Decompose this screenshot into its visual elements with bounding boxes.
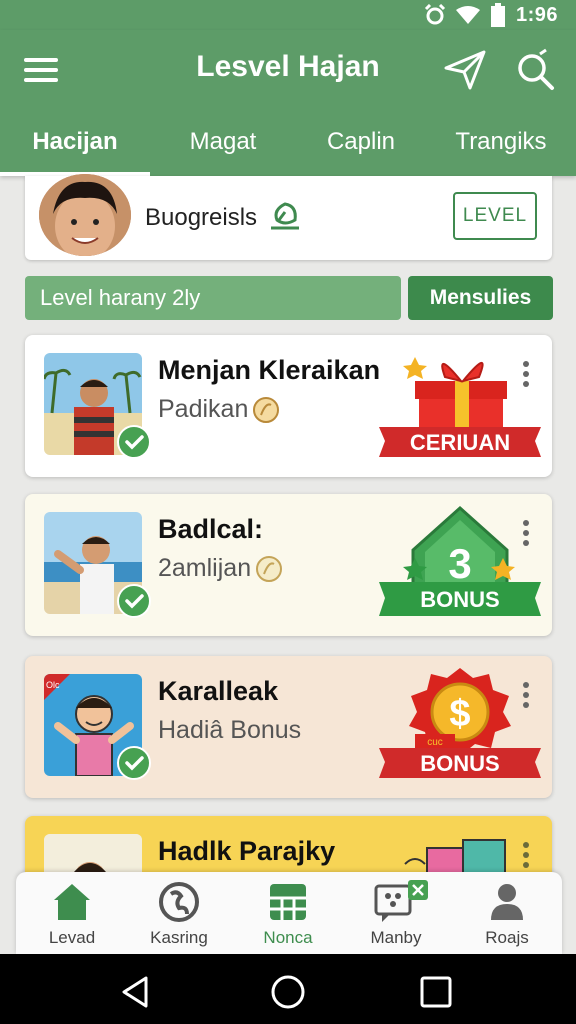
nav-label: Roajs bbox=[485, 928, 529, 947]
bonus-house-badge-icon: 3 BONUS bbox=[379, 505, 541, 616]
nav-label: Kasring bbox=[150, 928, 208, 947]
back-triangle-icon bbox=[122, 976, 148, 1008]
tab-magat[interactable]: Magat bbox=[150, 128, 296, 156]
search-icon bbox=[518, 48, 554, 90]
card-subtitle: Padikan bbox=[158, 395, 280, 424]
card-title: Hadlk Parajky bbox=[158, 836, 336, 866]
tab-hacijan[interactable]: Hacijan bbox=[0, 128, 150, 156]
send-button[interactable] bbox=[442, 48, 488, 92]
menu-button[interactable] bbox=[22, 52, 62, 88]
bonus-number: 3 bbox=[448, 540, 471, 587]
level-progress-bar: Level harany 2ly bbox=[25, 276, 401, 320]
nav-item-kasring[interactable]: Kasring bbox=[131, 880, 227, 950]
battery-icon bbox=[490, 3, 505, 27]
completed-check-icon bbox=[117, 746, 151, 780]
card-title: Badlcal: bbox=[158, 514, 264, 544]
gift-badge-icon: CERIUAN bbox=[379, 357, 541, 457]
person-icon bbox=[491, 884, 523, 920]
nav-label: Nonca bbox=[263, 928, 313, 947]
home-icon bbox=[54, 884, 90, 920]
money-badge-icon: $ cuc BONUS bbox=[379, 668, 541, 778]
card-title: Menjan Kleraikan bbox=[158, 355, 381, 385]
globe-icon bbox=[159, 882, 199, 922]
wifi-icon bbox=[455, 6, 480, 24]
nav-item-roajs[interactable]: Roajs bbox=[459, 880, 555, 950]
card-subtitle-text: Padikan bbox=[158, 395, 249, 423]
nav-label: Levad bbox=[48, 928, 96, 947]
system-navigation-bar bbox=[0, 954, 576, 1024]
profile-card[interactable]: Buogreisls LEVEL bbox=[25, 174, 552, 260]
alarm-icon bbox=[424, 4, 446, 25]
completed-check-icon bbox=[117, 584, 151, 618]
search-button[interactable] bbox=[514, 48, 556, 92]
level-button[interactable]: LEVEL bbox=[453, 192, 537, 240]
mensulies-button[interactable]: Mensulies bbox=[408, 276, 553, 320]
send-icon bbox=[444, 50, 486, 90]
status-icons: 1:96 bbox=[424, 3, 558, 27]
gift-badge-text: CERIUAN bbox=[410, 430, 510, 455]
tab-caplin[interactable]: Caplin bbox=[296, 128, 426, 156]
card-subtitle: Hadiâ Bonus bbox=[158, 716, 302, 744]
nav-label: Manby bbox=[370, 928, 422, 947]
coin-icon bbox=[256, 556, 283, 583]
card-subtitle-text: 2amlijan bbox=[158, 554, 252, 582]
reward-card[interactable]: Olc Karalleak Hadiâ Bonus $ cuc BONUS bbox=[25, 656, 552, 798]
money-badge-text: BONUS bbox=[420, 751, 499, 776]
profile-name: Buogreisls bbox=[145, 204, 258, 231]
home-button[interactable] bbox=[270, 974, 306, 1010]
nav-item-nonca[interactable]: Nonca bbox=[240, 880, 336, 950]
tab-bar: Hacijan Magat Caplin Trangiks bbox=[0, 120, 576, 176]
status-time: 1:96 bbox=[515, 3, 558, 26]
menu-icon bbox=[24, 58, 58, 82]
recents-button[interactable] bbox=[418, 974, 454, 1010]
leaf-icon bbox=[271, 202, 299, 230]
coin-icon bbox=[253, 397, 280, 424]
reward-card[interactable]: Badlcal: 2amlijan 3 BONUS bbox=[25, 494, 552, 636]
back-button[interactable] bbox=[118, 974, 154, 1010]
card-subtitle: 2amlijan bbox=[158, 554, 283, 583]
completed-check-icon bbox=[117, 425, 151, 459]
thumb-tag-text: Olc bbox=[46, 680, 60, 690]
bonus-badge-text: BONUS bbox=[420, 587, 499, 612]
tab-trangiks[interactable]: Trangiks bbox=[426, 128, 576, 156]
nav-item-levad[interactable]: Levad bbox=[24, 880, 120, 950]
avatar bbox=[39, 174, 131, 256]
status-bar: 1:96 bbox=[0, 0, 576, 30]
recents-square-icon bbox=[420, 976, 452, 1008]
chat-icon bbox=[374, 880, 428, 922]
bottom-navigation: Levad Kasring Nonca Manby Roajs bbox=[16, 872, 562, 954]
grid-icon bbox=[270, 884, 306, 920]
card-title: Karalleak bbox=[158, 676, 279, 706]
app-title: Lesvel Hajan bbox=[196, 50, 380, 83]
nav-item-manby[interactable]: Manby bbox=[348, 880, 444, 950]
reward-card[interactable]: Menjan Kleraikan Padikan CERIUAN bbox=[25, 335, 552, 477]
dollar-symbol: $ bbox=[449, 693, 470, 735]
badge-small-text: cuc bbox=[427, 737, 443, 748]
app-bar: Lesvel Hajan Hacijan Magat Caplin Trangi… bbox=[0, 30, 576, 176]
home-circle-icon bbox=[271, 975, 305, 1009]
